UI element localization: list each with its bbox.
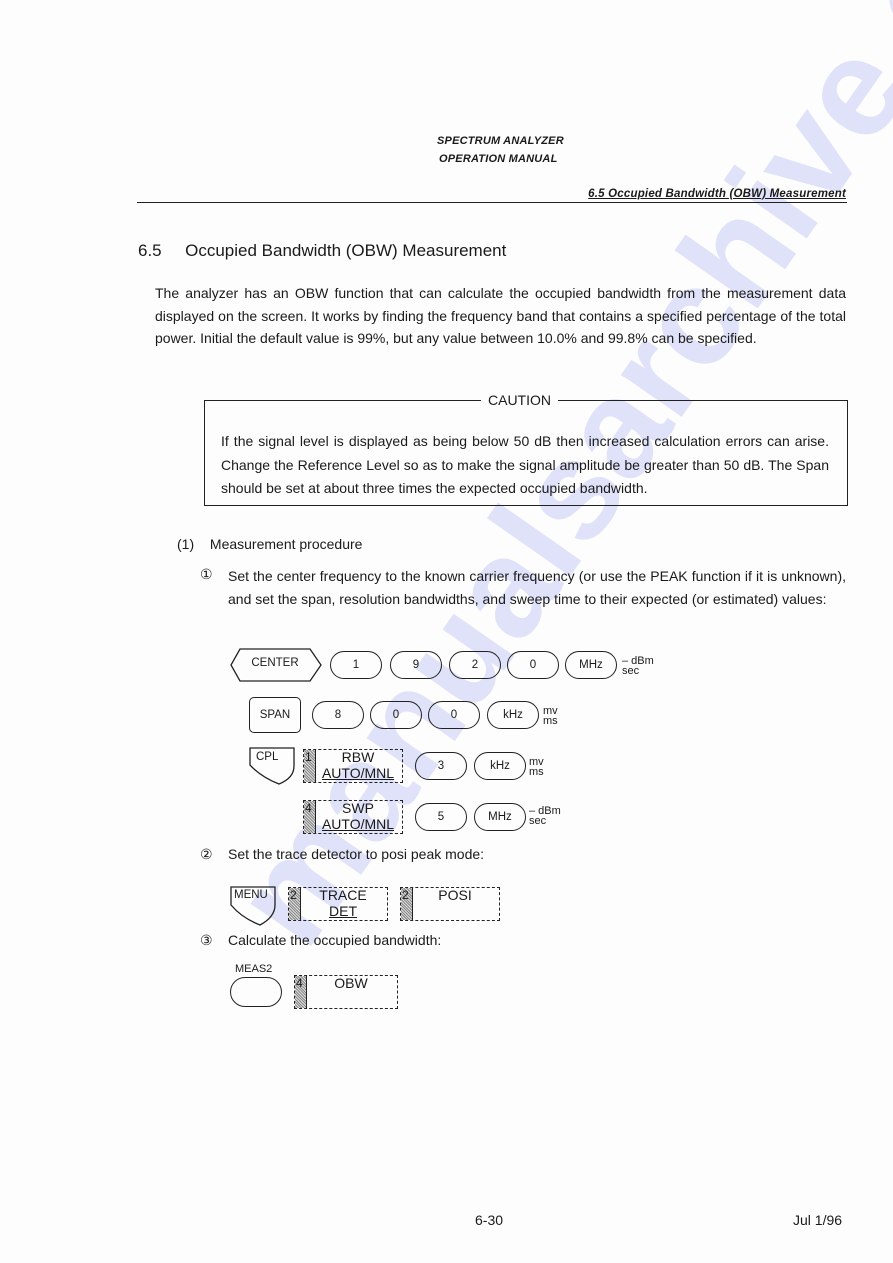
posi-softkey[interactable]: 2 POSI — [400, 887, 500, 921]
cpl-key[interactable] — [249, 747, 295, 785]
softkey-label: POSI — [438, 887, 472, 903]
revision-date: Jul 1/96 — [793, 1212, 843, 1228]
caution-label: CAUTION — [481, 392, 558, 408]
trace-det-softkey[interactable]: 2 TRACE DET — [288, 887, 388, 921]
step2-text: Set the trace detector to posi peak mode… — [228, 846, 485, 862]
procedure-heading-number: (1) — [177, 536, 195, 552]
khz-key[interactable]: kHz — [474, 752, 526, 780]
page-number: 6-30 — [475, 1212, 504, 1228]
menu-key[interactable] — [230, 886, 276, 926]
running-title: 6.5 Occupied Bandwidth (OBW) Measurement — [588, 188, 846, 200]
digit-key-9[interactable]: 9 — [390, 651, 442, 679]
obw-softkey[interactable]: 4 OBW — [294, 975, 398, 1009]
step1-text: Set the center frequency to the known ca… — [228, 568, 846, 607]
mhz-key[interactable]: MHz — [474, 803, 526, 831]
intro-paragraph: The analyzer has an OBW function that ca… — [155, 285, 846, 346]
khz-alt-units: mv ms — [529, 756, 544, 778]
procedure-heading: (1) Measurement procedure — [177, 536, 362, 552]
softkey-label: RBW — [341, 749, 375, 765]
mhz-alt-units: – dBm sec — [529, 805, 561, 827]
step2-marker: ② — [200, 846, 213, 862]
digit-key-0[interactable]: 0 — [507, 651, 559, 679]
section-title-text: Occupied Bandwidth (OBW) Measurement — [185, 241, 507, 260]
header-line2: OPERATION MANUAL — [439, 153, 558, 165]
section-title: 6.5 Occupied Bandwidth (OBW) Measurement — [138, 241, 506, 261]
digit-key-8[interactable]: 8 — [312, 701, 364, 729]
softkey-label: TRACE — [319, 887, 367, 903]
softkey-label-2: AUTO/MNL — [321, 765, 395, 781]
header-rule — [137, 202, 847, 203]
step1-marker: ① — [200, 566, 213, 582]
digit-key-3[interactable]: 3 — [415, 752, 467, 780]
khz-key[interactable]: kHz — [487, 701, 539, 729]
digit-key-0[interactable]: 0 — [370, 701, 422, 729]
softkey-label: OBW — [334, 975, 368, 991]
procedure-heading-text: Measurement procedure — [209, 536, 363, 552]
digit-key-0[interactable]: 0 — [428, 701, 480, 729]
center-key[interactable] — [230, 648, 322, 682]
digit-key-2[interactable]: 2 — [449, 651, 501, 679]
caution-box: CAUTION If the signal level is displayed… — [204, 392, 848, 506]
softkey-label-2: DET — [329, 903, 357, 919]
digit-key-5[interactable]: 5 — [415, 803, 467, 831]
mhz-key[interactable]: MHz — [565, 651, 617, 679]
step3-text: Calculate the occupied bandwidth: — [228, 932, 442, 948]
rbw-softkey[interactable]: 1 RBW AUTO/MNL — [303, 749, 403, 783]
softkey-label-2: AUTO/MNL — [321, 816, 395, 832]
header-line1: SPECTRUM ANALYZER — [437, 135, 564, 147]
softkey-label: SWP — [342, 800, 374, 816]
section-number: 6.5 — [138, 241, 162, 260]
step3-marker: ③ — [200, 932, 213, 948]
khz-alt-units: mv ms — [543, 705, 558, 727]
meas2-key[interactable] — [230, 977, 282, 1007]
mhz-alt-units: – dBm sec — [622, 655, 654, 677]
span-key[interactable]: SPAN — [249, 697, 301, 733]
meas2-label: MEAS2 — [235, 963, 273, 975]
digit-key-1[interactable]: 1 — [330, 651, 382, 679]
caution-text: If the signal level is displayed as bein… — [221, 433, 829, 496]
swp-softkey[interactable]: 4 SWP AUTO/MNL — [303, 800, 403, 834]
